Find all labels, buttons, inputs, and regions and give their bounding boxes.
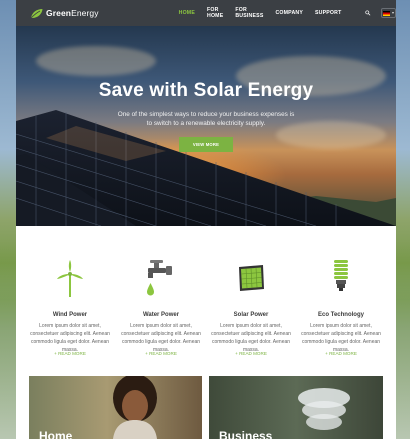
logo[interactable]: GreenEnergy	[30, 8, 99, 19]
home-card[interactable]: Home	[29, 376, 202, 439]
feature-title: Eco Technology	[318, 312, 364, 318]
lightbulb-image	[298, 388, 350, 430]
language-selector[interactable]	[381, 8, 396, 18]
read-more-link[interactable]: + READ MORE	[116, 351, 206, 356]
search-icon[interactable]	[365, 9, 371, 17]
feature-text: Lorem ipsum dolor sit amet, consectetuer…	[301, 323, 381, 353]
feature-text: Lorem ipsum dolor sit amet, consectetuer…	[211, 323, 291, 353]
hero-banner: Save with Solar Energy One of the simple…	[16, 26, 396, 226]
nav-item-company[interactable]: COMPANY	[275, 10, 303, 16]
nav-item-for-business[interactable]: FOR BUSINESS	[235, 7, 263, 19]
card-title-home: Home	[39, 429, 73, 439]
eco-bulb-icon	[334, 260, 348, 291]
wind-turbine-icon	[57, 260, 83, 297]
feature-title: Water Power	[142, 312, 180, 318]
feature-text: Lorem ipsum dolor sit amet, consectetuer…	[121, 323, 201, 353]
logo-text: GreenEnergy	[46, 8, 99, 18]
nav-item-support[interactable]: SUPPORT	[315, 10, 341, 16]
flag-germany-icon	[383, 10, 391, 16]
woman-portrait-image	[113, 376, 157, 439]
solar-panel-icon	[239, 265, 264, 291]
feature-title: Wind Power	[52, 312, 88, 318]
page-frame: GreenEnergy HOME FOR HOME FOR BUSINESS C…	[16, 0, 396, 439]
feature-title: Solar Power	[233, 312, 269, 318]
top-nav: GreenEnergy HOME FOR HOME FOR BUSINESS C…	[16, 0, 396, 26]
nav-item-for-home[interactable]: FOR HOME	[207, 7, 223, 19]
read-more-link[interactable]: + READ MORE	[296, 351, 386, 356]
view-more-button[interactable]: VIEW MORE	[179, 137, 233, 152]
logo-text-thin: Energy	[71, 8, 99, 18]
hero-subtitle: One of the simplest ways to reduce your …	[117, 111, 295, 127]
feature-text: Lorem ipsum dolor sit amet, consectetuer…	[30, 323, 110, 353]
leaf-icon	[30, 8, 43, 18]
hero-title: Save with Solar Energy	[98, 80, 314, 101]
chevron-down-icon	[392, 12, 395, 14]
nav-item-home[interactable]: HOME	[179, 10, 195, 16]
read-more-link[interactable]: + READ MORE	[206, 351, 296, 356]
logo-text-bold: Green	[46, 8, 72, 18]
nav-menu: HOME FOR HOME FOR BUSINESS COMPANY SUPPO…	[179, 7, 354, 19]
read-more-link[interactable]: + READ MORE	[25, 351, 115, 356]
card-title-business: Business	[219, 429, 273, 439]
features-section: Wind Power Lorem ipsum dolor sit amet, c…	[16, 226, 396, 376]
business-card[interactable]: Business	[209, 376, 383, 439]
water-faucet-icon	[147, 260, 172, 296]
